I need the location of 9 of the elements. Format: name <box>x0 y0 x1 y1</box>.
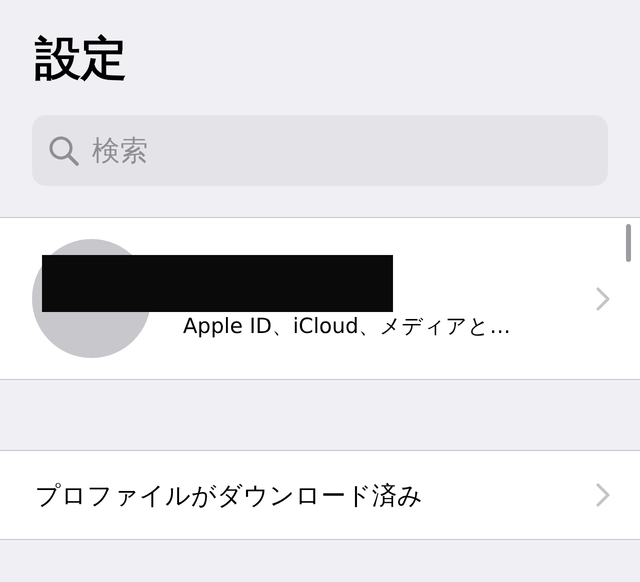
chevron-icon <box>596 286 610 310</box>
settings-row[interactable]: プロファイルがダウンロード済み <box>0 450 640 540</box>
chevron-icon <box>596 483 610 507</box>
account-subtitle: Apple ID、iCloud、メディアと… <box>183 313 511 340</box>
page-title: 設定 <box>34 30 127 87</box>
account-row[interactable]: Apple ID、iCloud、メディアと… <box>0 217 640 380</box>
search-icon <box>48 135 80 167</box>
search-field[interactable]: 検索 <box>32 115 608 186</box>
scroll-indicator <box>626 224 631 262</box>
